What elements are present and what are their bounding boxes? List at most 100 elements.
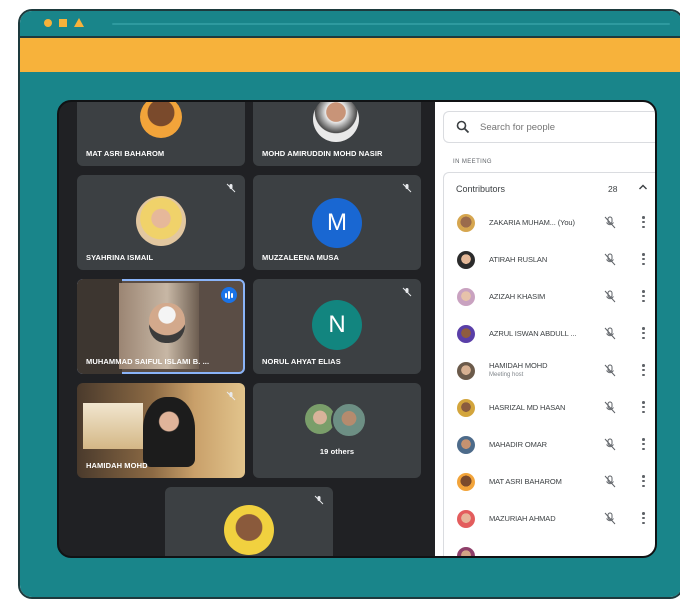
contributors-count: 28 [608,184,618,194]
participant-name: MOHD AMIRUDDIN MOHD NASIR [262,149,383,158]
list-item[interactable]: MAT ASRI BAHAROM [444,463,655,500]
participant-tile[interactable]: N NORUL AHYAT ELIAS [253,279,421,374]
avatar [331,402,367,438]
mic-off-icon [401,287,413,299]
mic-off-icon[interactable] [604,512,616,525]
participant-tile[interactable]: MOHD AMIRUDDIN MOHD NASIR [253,102,421,166]
list-item[interactable] [444,537,655,556]
more-options-icon[interactable] [642,475,645,487]
avatar [457,214,475,232]
avatar [140,102,182,138]
avatar [457,473,475,491]
mic-off-icon[interactable] [604,438,616,451]
avatar [457,547,475,556]
more-options-icon[interactable] [642,364,645,376]
meet-window: MAT ASRI BAHAROM MOHD AMIRUDDIN MOHD NAS… [57,100,657,558]
avatar [143,397,195,467]
window-controls [44,18,84,27]
list-item[interactable]: MAZURIAH AHMAD [444,500,655,537]
avatar [457,325,475,343]
list-item[interactable]: MAHADIR OMAR [444,426,655,463]
avatar [224,505,274,555]
participant-name: MAHADIR OMAR [489,440,547,449]
more-options-icon[interactable] [642,216,645,228]
list-item[interactable]: HAMIDAH MOHD Meeting host [444,352,655,389]
participant-name: SYAHRINA ISMAIL [86,253,154,262]
participant-name: MUZZALEENA MUSA [262,253,340,262]
avatar [457,251,475,269]
title-bar [20,11,680,36]
participant-name: NORUL AHYAT ELIAS [262,357,341,366]
participant-tile[interactable]: M MUZZALEENA MUSA [253,175,421,270]
participant-name: AZIZAH KHASIM [489,292,546,301]
people-panel: IN MEETING Contributors 28 ZAKARIA MUHAM… [435,102,655,556]
mic-off-icon [401,183,413,195]
participant-name: HAMIDAH MOHD [489,361,548,370]
avatar: M [312,198,362,248]
section-label: IN MEETING [453,159,493,165]
participant-name: HAMIDAH MOHD [86,461,148,470]
participant-tile[interactable]: MAT ASRI BAHAROM [77,102,245,166]
participant-list: ZAKARIA MUHAM... (You) ATIRAH RUSLAN AZI… [443,204,655,556]
triangle-icon[interactable] [74,18,84,27]
more-options-icon[interactable] [642,253,645,265]
more-options-icon[interactable] [642,512,645,524]
participant-name: MAT ASRI BAHAROM [489,477,562,486]
avatar [457,436,475,454]
banner-background [83,403,143,449]
speaking-indicator-icon [221,287,237,303]
list-item[interactable]: HASRIZAL MD HASAN [444,389,655,426]
participant-name: HASRIZAL MD HASAN [489,403,566,412]
mic-off-icon[interactable] [604,216,616,229]
avatar [457,399,475,417]
mic-off-icon[interactable] [604,327,616,340]
participant-name: ZAKARIA MUHAM... (You) [489,218,575,227]
participant-role: Meeting host [489,372,524,378]
participant-name: ATIRAH RUSLAN [489,255,548,264]
avatar [136,196,186,246]
contributors-label: Contributors [456,184,506,194]
close-dot-icon[interactable] [44,18,52,27]
contributors-header[interactable]: Contributors 28 [443,172,655,205]
participant-name: MUHAMMAD SAIFUL ISLAMI B. ... [86,357,210,366]
search-icon [456,120,470,134]
mic-off-icon[interactable] [604,475,616,488]
participant-tile[interactable]: HAMIDAH MOHD [77,383,245,478]
mic-off-icon [313,495,325,507]
square-icon[interactable] [59,18,67,27]
search-input[interactable] [478,120,632,134]
others-tile[interactable]: 19 others [253,383,421,478]
avatar [457,362,475,380]
list-item[interactable]: AZRUL ISWAN ABDULL ... [444,315,655,352]
mic-off-icon[interactable] [604,364,616,377]
mic-off-icon [225,391,237,403]
avatar [149,303,185,343]
list-item[interactable]: ZAKARIA MUHAM... (You) [444,204,655,241]
others-count: 19 others [319,447,355,456]
list-item[interactable]: AZIZAH KHASIM [444,278,655,315]
more-options-icon[interactable] [642,438,645,450]
mic-off-icon[interactable] [604,253,616,266]
search-box[interactable] [443,111,655,143]
participant-tile[interactable] [165,487,333,556]
mic-off-icon[interactable] [604,290,616,303]
chevron-up-icon[interactable] [638,182,648,192]
participant-tile-speaking[interactable]: MUHAMMAD SAIFUL ISLAMI B. ... [77,279,245,374]
participant-name: MAZURIAH AHMAD [489,514,556,523]
avatar [457,510,475,528]
list-item[interactable]: ATIRAH RUSLAN [444,241,655,278]
video-grid: MAT ASRI BAHAROM MOHD AMIRUDDIN MOHD NAS… [59,102,435,556]
more-options-icon[interactable] [642,401,645,413]
avatar [313,102,359,142]
mic-off-icon[interactable] [604,401,616,414]
more-options-icon[interactable] [642,290,645,302]
avatar [457,288,475,306]
participant-tile[interactable]: SYAHRINA ISMAIL [77,175,245,270]
toolbar-band [20,36,680,74]
participant-name: AZRUL ISWAN ABDULL ... [489,329,577,338]
participant-name: MAT ASRI BAHAROM [86,149,165,158]
avatar: N [312,300,362,350]
mic-off-icon [225,183,237,195]
more-options-icon[interactable] [642,327,645,339]
address-line [112,23,670,25]
